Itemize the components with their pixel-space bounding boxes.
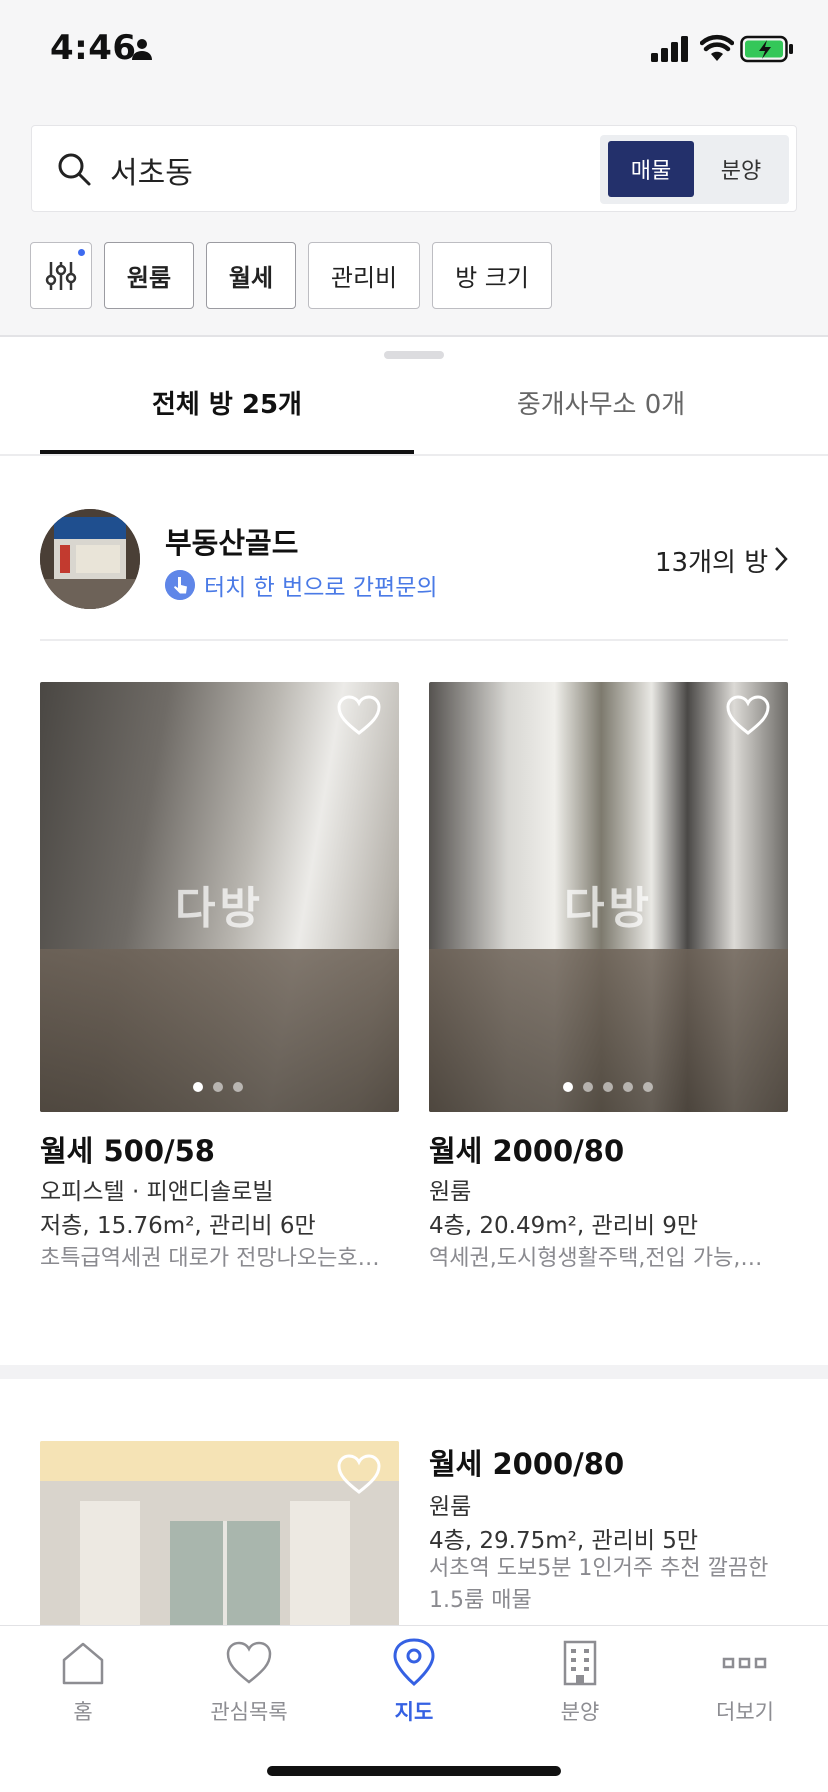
home-icon (62, 1642, 104, 1685)
home-indicator[interactable] (267, 1766, 561, 1776)
nav-map[interactable]: 지도 (331, 1638, 497, 1738)
listing-type-segmented-control: 매물 분양 (600, 135, 789, 204)
divider (0, 454, 828, 456)
filter-settings-button[interactable] (30, 242, 92, 309)
building-icon (563, 1640, 597, 1686)
status-time: 4:46 (50, 28, 137, 68)
nav-label: 홈 (73, 1700, 93, 1724)
photo-pagination-dots (563, 1082, 653, 1092)
search-input[interactable]: 서초동 (110, 148, 193, 192)
listing-type: 오피스텔 · 피앤디솔로빌 (40, 1179, 274, 1205)
agency-room-count-link[interactable]: 13개의 방 (655, 542, 768, 579)
search-icon (58, 153, 91, 186)
listing-photo[interactable]: 다방 (429, 682, 788, 1112)
tab-agencies[interactable]: 중개사무소 0개 (414, 384, 788, 444)
pagination-dot (583, 1082, 593, 1092)
pagination-dot (603, 1082, 613, 1092)
heart-icon[interactable] (725, 694, 771, 736)
search-bar[interactable]: 서초동 매물 분양 (31, 125, 797, 212)
status-bar: 4:46 (0, 0, 828, 100)
nav-favorites[interactable]: 관심목록 (166, 1638, 332, 1738)
heart-icon (226, 1641, 272, 1684)
person-icon (132, 39, 152, 60)
section-divider (0, 1365, 828, 1379)
listing-details: 4층, 20.49m², 관리비 9만 (429, 1213, 699, 1239)
listing-price[interactable]: 월세 2000/80 (429, 1128, 624, 1170)
pagination-dot (193, 1082, 203, 1092)
nav-home[interactable]: 홈 (0, 1638, 166, 1738)
agency-storefront-image (40, 509, 140, 609)
listing-photo[interactable]: 다방 (40, 682, 399, 1112)
filter-chip-rent-type[interactable]: 월세 (206, 242, 296, 309)
photo-watermark: 다방 (564, 883, 653, 934)
filter-chip-room-size[interactable]: 방 크기 (432, 242, 552, 309)
pagination-dot (233, 1082, 243, 1092)
battery-charging-icon (740, 35, 793, 63)
heart-icon[interactable] (336, 694, 382, 736)
listing-type: 원룸 (429, 1179, 472, 1205)
listing-details: 4층, 29.75m², 관리비 5만 (429, 1528, 699, 1554)
cellular-signal-icon (651, 36, 688, 62)
photo-pagination-dots (193, 1082, 243, 1092)
nav-more[interactable]: 더보기 (662, 1638, 828, 1738)
nav-label: 분양 (560, 1700, 600, 1724)
pagination-dot (563, 1082, 573, 1092)
chevron-right-icon[interactable] (772, 545, 790, 573)
pagination-dot (623, 1082, 633, 1092)
segment-listings-button[interactable]: 매물 (608, 141, 694, 197)
pagination-dot (643, 1082, 653, 1092)
sheet-drag-handle[interactable] (384, 351, 444, 359)
agency-name[interactable]: 부동산골드 (165, 520, 298, 562)
filter-chip-room-type[interactable]: 원룸 (104, 242, 194, 309)
filter-active-dot (78, 249, 85, 256)
more-icon (722, 1657, 767, 1669)
listing-type: 원룸 (429, 1494, 472, 1520)
agency-avatar[interactable] (40, 509, 140, 609)
pagination-dot (213, 1082, 223, 1092)
map-pin-icon (393, 1638, 435, 1686)
nav-label: 관심목록 (210, 1700, 288, 1724)
listing-description: 역세권,도시형생활주택,전입 가능,… (429, 1246, 763, 1271)
hand-tap-icon (165, 570, 195, 600)
quick-inquiry-link[interactable]: 터치 한 번으로 간편문의 (204, 568, 438, 602)
nav-label: 지도 (394, 1700, 434, 1724)
listing-description: 서초역 도보5분 1인거주 추천 깔끔한 1.5룸 매물 (429, 1556, 769, 1613)
nav-label: 더보기 (716, 1700, 774, 1724)
divider (40, 639, 788, 641)
filter-chip-maintenance-fee[interactable]: 관리비 (308, 242, 420, 309)
nav-presale[interactable]: 분양 (497, 1638, 663, 1738)
listing-description: 초특급역세권 대로가 전망나오는호… (40, 1246, 380, 1271)
segment-presale-button[interactable]: 분양 (700, 141, 782, 197)
listing-price[interactable]: 월세 2000/80 (429, 1441, 624, 1483)
sliders-icon (45, 261, 77, 290)
tab-all-rooms[interactable]: 전체 방 25개 (40, 384, 414, 444)
listing-photo[interactable] (40, 1441, 399, 1627)
wifi-icon (700, 34, 734, 61)
photo-watermark: 다방 (175, 883, 264, 934)
heart-icon[interactable] (336, 1453, 382, 1495)
listing-price[interactable]: 월세 500/58 (40, 1128, 215, 1170)
listing-details: 저층, 15.76m², 관리비 6만 (40, 1213, 316, 1239)
